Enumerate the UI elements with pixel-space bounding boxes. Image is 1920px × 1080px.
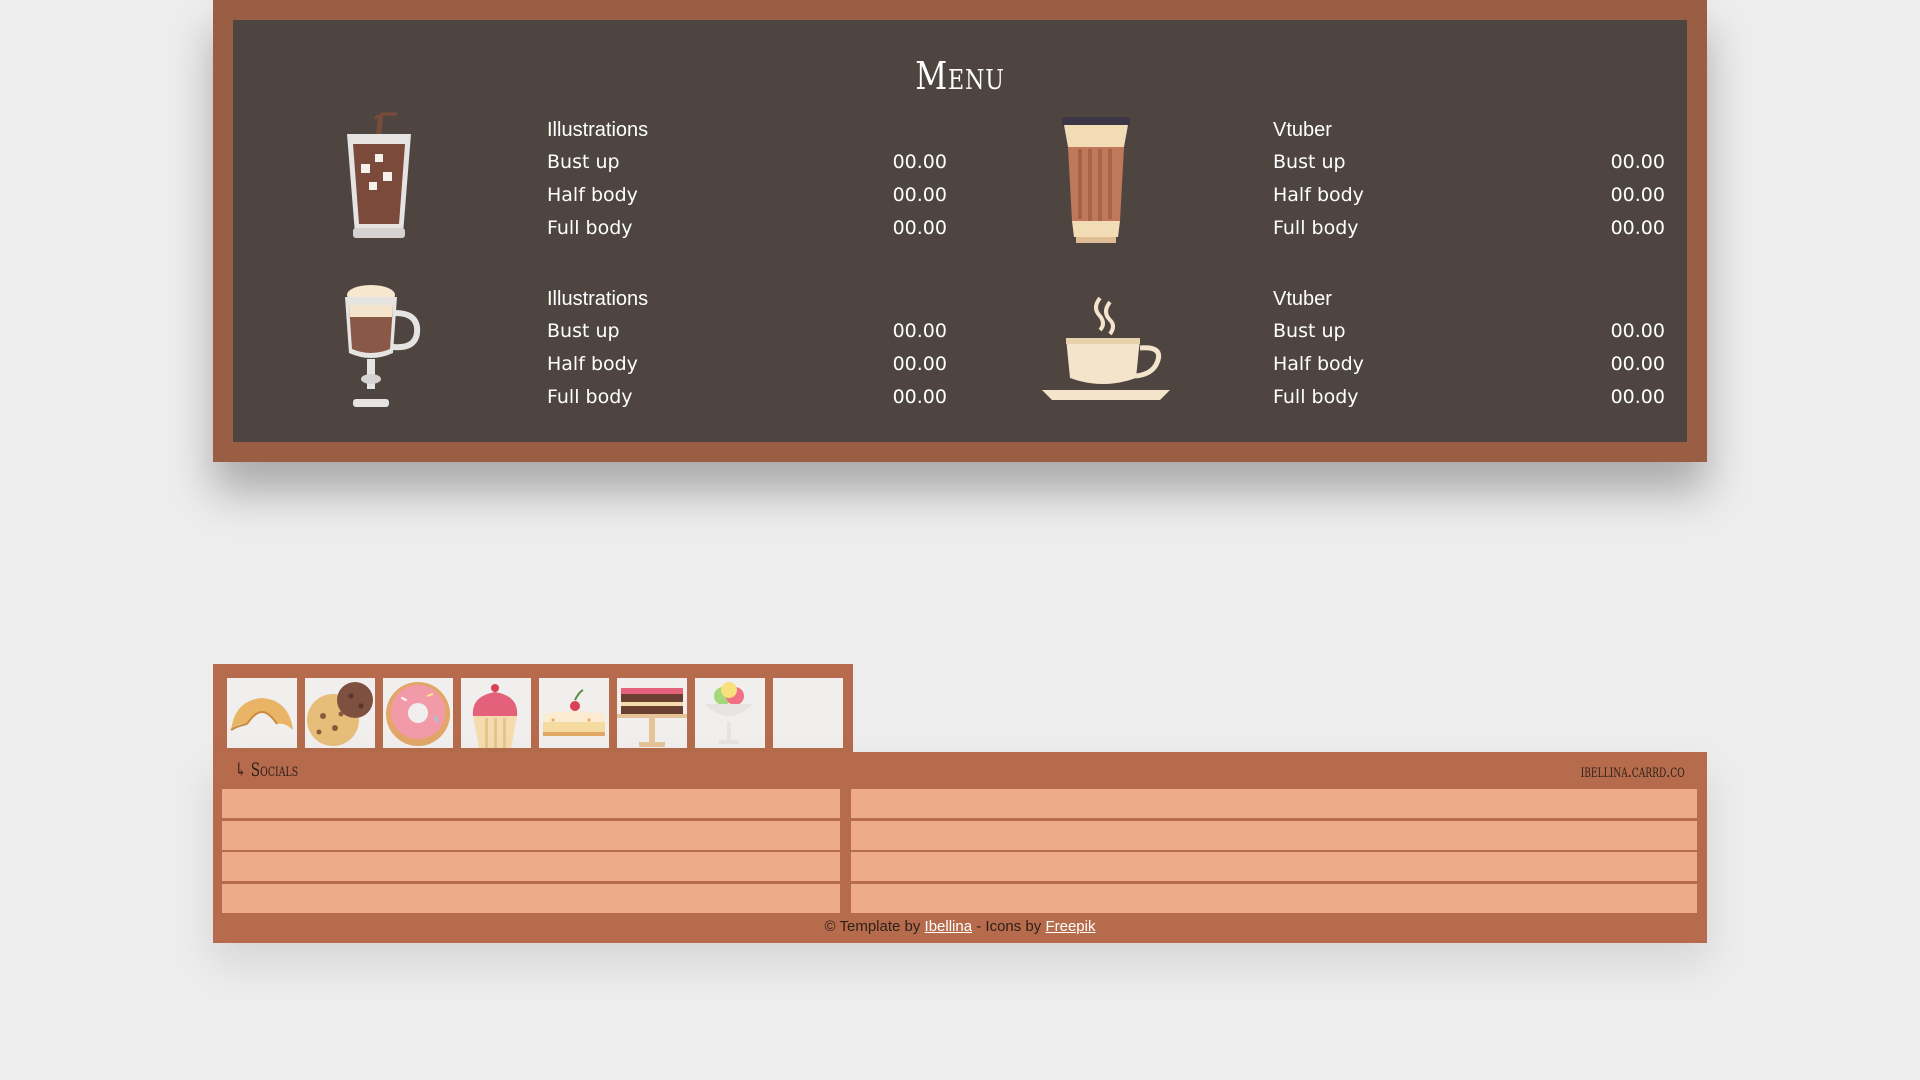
item-name: Half body [1273,353,1364,375]
menu-board: Menu Illustrations Bust up 00.00 Half bo… [213,0,1707,462]
donut-icon [383,678,453,748]
social-link-row[interactable] [851,821,1697,850]
item-name: Full body [1273,386,1359,408]
item-name: Bust up [547,320,620,342]
section-heading: Illustrations [547,288,649,310]
item-price: 00.00 [892,386,947,408]
socials-column-left [222,789,840,913]
menu-section-illustrations-2: Illustrations Bust up 00.00 Half body 00… [233,20,960,442]
social-link-row[interactable] [851,852,1697,881]
freepik-link[interactable]: Freepik [1045,918,1095,935]
item-price: 00.00 [1610,320,1665,342]
socials-title: ↳ Socials [235,759,299,781]
item-price: 00.00 [1610,353,1665,375]
footer-middle: - Icons by [972,918,1046,935]
item-name: Bust up [1273,320,1346,342]
social-link-row[interactable] [222,789,840,818]
sweets-strip [213,664,853,752]
social-link-row[interactable] [222,852,840,881]
author-link[interactable]: Ibellina [925,918,973,935]
croissant-icon [227,678,297,748]
irish-coffee-glass-icon [339,283,429,415]
item-price: 00.00 [892,353,947,375]
hot-coffee-cup-icon [1040,294,1172,404]
empty-tile [773,678,843,748]
socials-panel: ↳ Socials ibellina.carrd.co © Template b… [213,752,1707,943]
footer-prefix: © Template by [824,918,925,935]
menu-chalkboard: Menu Illustrations Bust up 00.00 Half bo… [233,20,1687,442]
cupcake-icon [461,678,531,748]
social-link-row[interactable] [851,884,1697,913]
item-name: Full body [547,386,633,408]
menu-section-vtuber-2: Vtuber Bust up 00.00 Half body 00.00 Ful… [960,20,1687,442]
social-link-row[interactable] [851,789,1697,818]
layer-cake-icon [617,678,687,748]
site-url[interactable]: ibellina.carrd.co [1581,761,1685,782]
social-link-row[interactable] [222,821,840,850]
cake-slice-icon [539,678,609,748]
item-name: Half body [547,353,638,375]
cookie-icon [305,678,375,748]
item-price: 00.00 [1610,386,1665,408]
ice-cream-icon [695,678,765,748]
footer-credit: © Template by Ibellina - Icons by Freepi… [213,918,1707,935]
item-price: 00.00 [892,320,947,342]
social-link-row[interactable] [222,884,840,913]
socials-column-right [851,789,1697,913]
section-heading: Vtuber [1273,288,1332,310]
